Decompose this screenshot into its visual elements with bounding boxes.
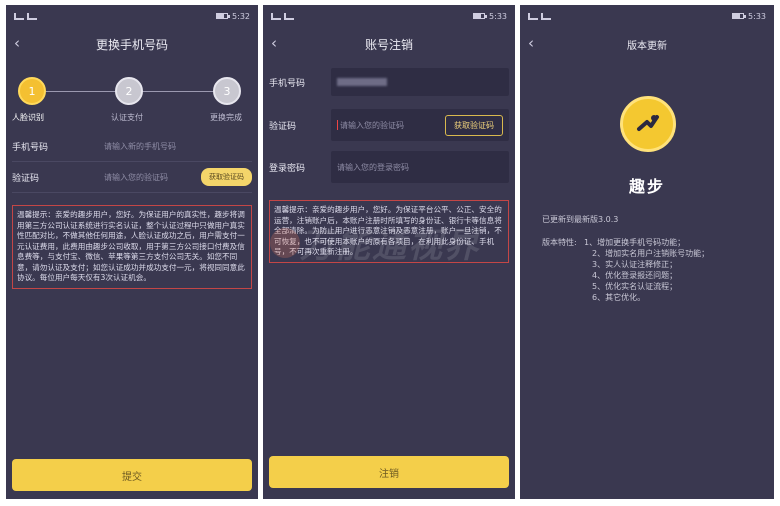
phone-label: 手机号码	[269, 78, 306, 89]
status-bar: 5:33	[263, 5, 515, 27]
version-text: 已更新到最新版3.0.3	[542, 215, 619, 224]
signal-icon	[541, 12, 551, 20]
code-label: 验证码	[269, 121, 297, 132]
password-input[interactable]: 请输入您的登录密码	[337, 162, 503, 173]
code-row: 验证码 请输入您的验证码 获取验证码	[6, 162, 258, 192]
nav-bar: ‹ 账号注销	[263, 27, 515, 61]
text-cursor	[337, 120, 338, 130]
feature-item: 3、实人认证注释修正；	[592, 260, 678, 269]
status-time: 5:33	[489, 11, 507, 21]
phone-row: 手机号码 请输入新的手机号码	[6, 131, 258, 161]
phone-label: 手机号码	[12, 142, 49, 153]
page-title: 账号注销	[364, 37, 413, 52]
app-logo-icon	[620, 96, 676, 152]
code-label: 验证码	[12, 173, 40, 184]
code-input[interactable]: 请输入您的验证码	[104, 172, 201, 183]
masked-phone-number	[337, 78, 387, 86]
feature-item: 1、增加更换手机号码功能；	[584, 238, 686, 247]
password-label: 登录密码	[269, 163, 306, 174]
features-title: 版本特性:	[542, 238, 577, 247]
battery-icon	[216, 13, 231, 19]
feature-item: 6、其它优化。	[592, 293, 646, 302]
password-input-box[interactable]: 请输入您的登录密码	[331, 151, 509, 183]
step-label: 认证支付	[111, 113, 143, 122]
get-code-button[interactable]: 获取验证码	[445, 114, 503, 136]
feature-item: 2、增加实名用户注销账号功能；	[592, 249, 710, 258]
password-row: 登录密码 请输入您的登录密码	[263, 148, 515, 186]
battery-icon	[732, 13, 747, 19]
step-label: 更换完成	[210, 113, 242, 122]
status-bar: 5:33	[520, 5, 774, 27]
back-arrow-icon[interactable]: ‹	[528, 34, 534, 52]
phone-row: 手机号码	[263, 66, 515, 98]
feature-item: 5、优化实名认证流程；	[592, 282, 678, 291]
feature-item: 4、优化登录报还问题；	[592, 271, 678, 280]
back-arrow-icon[interactable]: ‹	[14, 34, 20, 52]
status-time: 5:32	[232, 11, 250, 21]
cancel-account-button[interactable]: 注销	[269, 456, 509, 488]
signal-icon	[14, 12, 24, 20]
warm-tip: 温馨提示：亲爱的趣步用户，您好。为保证平台公平、公正、安全的运营，注销账户后，本…	[269, 200, 509, 263]
get-code-button[interactable]: 获取验证码	[201, 168, 252, 186]
warm-tip: 温馨提示：亲爱的趣步用户，您好。为保证用户的真实性，趣步将调用第三方公司认证系统…	[12, 205, 252, 289]
app-name: 趣步	[628, 177, 665, 196]
step-1: 1	[18, 77, 46, 105]
code-input[interactable]: 请输入您的验证码	[340, 120, 445, 131]
battery-icon	[473, 13, 488, 19]
status-bar: 5:32	[6, 5, 258, 27]
back-arrow-icon[interactable]: ‹	[271, 34, 277, 52]
step-label: 人脸识别	[12, 113, 44, 122]
code-row: 验证码 请输入您的验证码 获取验证码	[263, 106, 515, 144]
code-input-box[interactable]: 请输入您的验证码 获取验证码	[331, 109, 509, 141]
change-phone-screen: 5:32 ‹ 更换手机号码 1 2 3 人脸识别 认证支付 更换完成 手机号码 …	[6, 5, 258, 499]
nav-bar: ‹ 版本更新	[520, 27, 774, 61]
signal-icon	[284, 12, 294, 20]
page-title: 版本更新	[627, 40, 667, 52]
page-title: 更换手机号码	[95, 37, 168, 52]
new-phone-input[interactable]: 请输入新的手机号码	[104, 141, 252, 152]
step-3: 3	[213, 77, 241, 105]
cancel-account-screen: 5:33 ‹ 账号注销 手机号码 验证码 请输入您的验证码 获取验证码 登录密码…	[263, 5, 515, 499]
phone-value-box	[331, 68, 509, 96]
signal-icon	[271, 12, 281, 20]
progress-steps: 1 2 3 人脸识别 认证支付 更换完成	[6, 67, 258, 129]
step-2: 2	[115, 77, 143, 105]
nav-bar: ‹ 更换手机号码	[6, 27, 258, 61]
status-time: 5:33	[748, 11, 766, 21]
signal-icon	[528, 12, 538, 20]
version-update-screen: 5:33 ‹ 版本更新 趣步 已更新到最新版3.0.3 版本特性: 1、增加更换…	[520, 5, 774, 499]
signal-icon	[27, 12, 37, 20]
features-block: 版本特性: 1、增加更换手机号码功能； 2、增加实名用户注销账号功能； 3、实人…	[542, 237, 709, 302]
submit-button[interactable]: 提交	[12, 459, 252, 491]
